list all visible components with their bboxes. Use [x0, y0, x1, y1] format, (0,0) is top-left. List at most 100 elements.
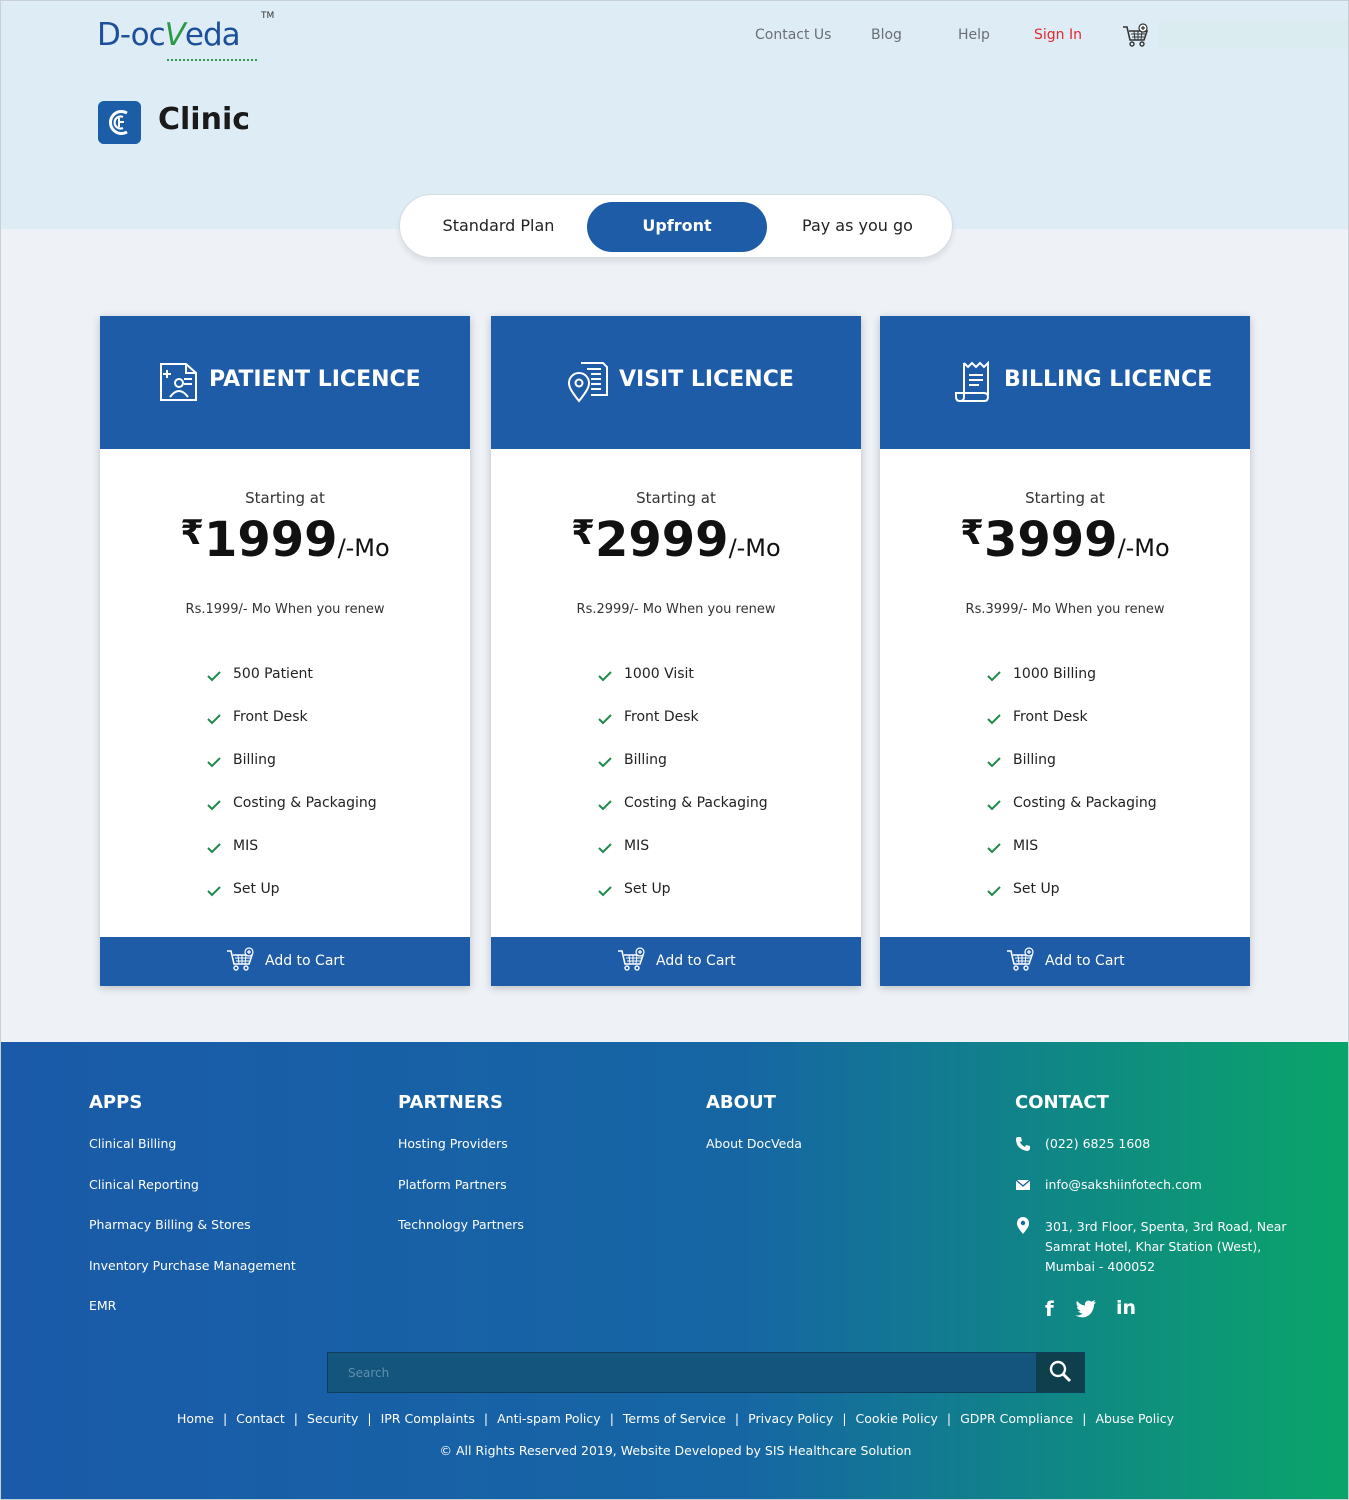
check-icon [207, 843, 221, 854]
footer-link-technology-partners[interactable]: Technology Partners [398, 1217, 524, 1258]
tab-pay-as-you-go[interactable]: Pay as you go [785, 195, 930, 257]
page: D-ocVeda TM Contact Us Blog Help Sign In… [0, 0, 1349, 1500]
pricing-card-billing: BILLING LICENCE Starting at ₹3999/-Mo Rs… [880, 316, 1250, 986]
tab-standard-plan[interactable]: Standard Plan [420, 195, 577, 257]
check-icon [207, 886, 221, 897]
bottom-link-home[interactable]: Home [177, 1411, 214, 1426]
bottom-link-terms[interactable]: Terms of Service [623, 1411, 726, 1426]
check-icon [207, 800, 221, 811]
check-icon [598, 714, 612, 725]
footer-apps: APPS Clinical Billing Clinical Reporting… [89, 1092, 296, 1339]
rupee-symbol: ₹ [960, 513, 984, 553]
rupee-symbol: ₹ [571, 513, 595, 553]
search-icon [1049, 1360, 1072, 1383]
check-icon [987, 714, 1001, 725]
check-icon [987, 671, 1001, 682]
twitter-icon[interactable] [1075, 1300, 1097, 1318]
address-line: Mumbai - 400052 [1045, 1259, 1156, 1274]
bottom-link-abuse[interactable]: Abuse Policy [1095, 1411, 1174, 1426]
card-header: VISIT LICENCE [491, 316, 861, 449]
add-to-cart-button[interactable]: Add to Cart [880, 937, 1250, 986]
search-button[interactable] [1036, 1353, 1084, 1392]
link-separator: | [483, 1411, 489, 1426]
footer-heading-partners: PARTNERS [398, 1092, 503, 1113]
logo-dots [167, 59, 257, 61]
footer-bottom-links: Home | Contact | Security | IPR Complaints | Ant… [1, 1411, 1348, 1426]
nav-help[interactable]: Help [958, 27, 990, 43]
link-separator: | [367, 1411, 372, 1426]
bottom-link-privacy[interactable]: Privacy Policy [748, 1411, 833, 1426]
price-unit: /-Mo [728, 534, 781, 562]
price-amount: 3999 [983, 512, 1118, 568]
price: ₹1999/-Mo [100, 512, 470, 568]
footer-heading-about: ABOUT [706, 1092, 776, 1113]
feature-item: Front Desk [597, 709, 768, 752]
location-document-icon [567, 362, 608, 403]
feature-list: 1000 Billing Front Desk Billing Costing … [986, 666, 1157, 924]
footer-link-emr[interactable]: EMR [89, 1298, 296, 1339]
check-icon [598, 671, 612, 682]
nav-contact-us[interactable]: Contact Us [755, 27, 831, 43]
price: ₹3999/-Mo [880, 512, 1250, 568]
card-header: PATIENT LICENCE [100, 316, 470, 449]
link-separator: | [293, 1411, 299, 1426]
pricing-card-patient: PATIENT LICENCE Starting at ₹1999/-Mo Rs… [100, 316, 470, 986]
cart-plus-icon [1007, 947, 1034, 971]
facebook-icon[interactable]: f [1045, 1297, 1054, 1321]
tab-upfront[interactable]: Upfront [587, 202, 767, 252]
footer-link-pharmacy-billing[interactable]: Pharmacy Billing & Stores [89, 1217, 296, 1258]
bottom-link-security[interactable]: Security [307, 1411, 358, 1426]
feature-list: 1000 Visit Front Desk Billing Costing & … [597, 666, 768, 924]
check-icon [987, 843, 1001, 854]
footer-heading-contact: CONTACT [1015, 1092, 1109, 1113]
bottom-link-cookie[interactable]: Cookie Policy [856, 1411, 938, 1426]
add-to-cart-label: Add to Cart [656, 953, 736, 969]
contact-email-link[interactable]: info@sakshiinfotech.com [1045, 1177, 1202, 1192]
bottom-link-contact[interactable]: Contact [236, 1411, 285, 1426]
footer-link-about-docveda[interactable]: About DocVeda [706, 1136, 802, 1177]
footer-link-inventory[interactable]: Inventory Purchase Management [89, 1258, 296, 1299]
rupee-symbol: ₹ [180, 513, 204, 553]
feature-item: Set Up [597, 881, 768, 924]
footer-link-hosting-providers[interactable]: Hosting Providers [398, 1136, 524, 1177]
feature-item: 1000 Billing [986, 666, 1157, 709]
contact-address: 301, 3rd Floor, Spenta, 3rd Road, Near S… [1015, 1217, 1287, 1297]
feature-item: Billing [597, 752, 768, 795]
footer-heading-apps: APPS [89, 1092, 143, 1113]
nav-sign-in[interactable]: Sign In [1034, 27, 1082, 43]
contact-phone-text: (022) 6825 1608 [1045, 1136, 1151, 1151]
trademark-mark: TM [261, 11, 275, 21]
card-title: PATIENT LICENCE [209, 367, 421, 392]
add-to-cart-button[interactable]: Add to Cart [491, 937, 861, 986]
copyright-text: © All Rights Reserved 2019, Website Deve… [439, 1443, 912, 1458]
bottom-link-gdpr[interactable]: GDPR Compliance [960, 1411, 1073, 1426]
feature-item: Front Desk [206, 709, 377, 752]
check-icon [987, 757, 1001, 768]
linkedin-icon[interactable]: in [1116, 1297, 1136, 1319]
bottom-link-ipr-complaints[interactable]: IPR Complaints [381, 1411, 475, 1426]
address-line: Samrat Hotel, Khar Station (West), [1045, 1239, 1262, 1254]
link-separator: | [222, 1411, 228, 1426]
footer-link-clinical-billing[interactable]: Clinical Billing [89, 1136, 296, 1177]
bottom-link-anti-spam[interactable]: Anti-spam Policy [497, 1411, 601, 1426]
check-icon [598, 757, 612, 768]
price-unit: /-Mo [1117, 534, 1170, 562]
phone-icon [1016, 1137, 1030, 1151]
nav-fade-strip [1159, 21, 1348, 49]
receipt-scroll-icon [955, 360, 990, 402]
add-to-cart-button[interactable]: Add to Cart [100, 937, 470, 986]
starting-at-label: Starting at [245, 489, 325, 507]
feature-item: Set Up [986, 881, 1157, 924]
search-input[interactable] [328, 1353, 1038, 1392]
feature-list: 500 Patient Front Desk Billing Costing &… [206, 666, 377, 924]
footer-about: ABOUT About DocVeda [706, 1092, 802, 1177]
nav-blog[interactable]: Blog [871, 27, 902, 43]
footer-link-clinical-reporting[interactable]: Clinical Reporting [89, 1177, 296, 1218]
cart-plus-icon[interactable] [1122, 23, 1150, 49]
footer-link-platform-partners[interactable]: Platform Partners [398, 1177, 524, 1218]
link-separator: | [842, 1411, 847, 1426]
starting-at-label: Starting at [1025, 489, 1105, 507]
feature-item: Costing & Packaging [206, 795, 377, 838]
clinic-c-icon [98, 101, 141, 144]
renew-note: Rs.1999/- Mo When you renew [185, 602, 385, 617]
